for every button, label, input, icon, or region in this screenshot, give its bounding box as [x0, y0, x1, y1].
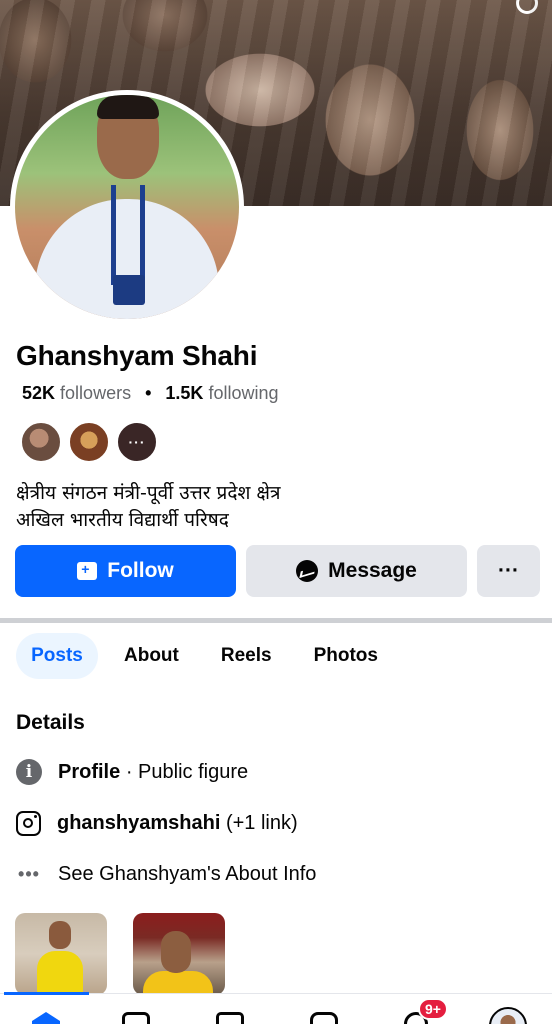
- instagram-icon: [16, 811, 41, 836]
- category-text: Profile · Public figure: [58, 761, 248, 784]
- mutual-avatar[interactable]: [68, 421, 110, 463]
- profile-stats: 52K followers • 1.5K following: [22, 383, 278, 404]
- followers-label: followers: [60, 383, 132, 403]
- mutual-avatar[interactable]: [20, 421, 62, 463]
- message-button[interactable]: Message: [246, 545, 467, 597]
- category-label: Profile: [58, 760, 121, 783]
- follow-label: Follow: [107, 559, 174, 582]
- avatar-image: [15, 95, 239, 319]
- mutual-more-button[interactable]: ···: [116, 421, 158, 463]
- profile-tabs: Posts About Reels Photos: [16, 633, 394, 679]
- instagram-handle[interactable]: ghanshyamshahi: [57, 812, 220, 834]
- messenger-icon: [296, 560, 319, 582]
- marketplace-icon[interactable]: [216, 1012, 244, 1024]
- home-icon[interactable]: [32, 1012, 60, 1024]
- tab-reels[interactable]: Reels: [205, 633, 288, 679]
- avatar-hair: [97, 95, 159, 119]
- more-dots-icon: •••: [18, 864, 40, 884]
- info-icon: i: [16, 759, 42, 785]
- profile-name: Ghanshyam Shahi: [16, 340, 258, 371]
- detail-instagram[interactable]: ghanshyamshahi (+1 link): [16, 811, 298, 836]
- detail-about-link[interactable]: ••• See Ghanshyam's About Info: [16, 863, 316, 886]
- bottom-navigation: 9+: [0, 992, 552, 1024]
- category-separator: ·: [125, 760, 133, 783]
- featured-photo[interactable]: [133, 913, 225, 995]
- bio-line: अखिल भारतीय विद्यार्थी परिषद: [16, 509, 229, 531]
- section-divider: [0, 618, 552, 623]
- tab-posts[interactable]: Posts: [16, 633, 98, 679]
- groups-icon[interactable]: [310, 1012, 338, 1024]
- detail-category: i Profile · Public figure: [16, 759, 248, 785]
- follow-button[interactable]: Follow: [15, 545, 236, 597]
- tab-photos[interactable]: Photos: [298, 633, 394, 679]
- profile-nav-avatar[interactable]: [489, 1007, 527, 1024]
- following-count: 1.5K: [165, 383, 204, 403]
- stats-separator: •: [145, 383, 152, 403]
- category-value: Public figure: [138, 760, 249, 783]
- tab-about[interactable]: About: [108, 633, 195, 679]
- about-link-text[interactable]: See Ghanshyam's About Info: [58, 863, 316, 886]
- instagram-text: ghanshyamshahi (+1 link): [57, 812, 298, 835]
- avatar-lanyard: [111, 185, 145, 285]
- instagram-extra-links[interactable]: (+1 link): [226, 812, 298, 834]
- following-label: following: [208, 383, 279, 403]
- active-nav-indicator: [4, 992, 89, 995]
- featured-photos: [15, 913, 225, 995]
- followers-count: 52K: [22, 383, 56, 403]
- add-friend-icon: [77, 561, 98, 580]
- video-icon[interactable]: [122, 1012, 150, 1024]
- more-dots-icon: ···: [498, 559, 519, 582]
- following-link[interactable]: 1.5K following: [165, 383, 278, 404]
- more-options-button[interactable]: ···: [477, 545, 540, 597]
- notification-badge: 9+: [418, 998, 448, 1020]
- profile-bio: क्षेत्रीय संगठन मंत्री-पूर्वी उत्तर प्रद…: [16, 480, 281, 534]
- details-heading: Details: [16, 711, 85, 734]
- message-label: Message: [328, 559, 417, 582]
- avatar-badge: [113, 275, 145, 305]
- bio-line: क्षेत्रीय संगठन मंत्री-पूर्वी उत्तर प्रद…: [16, 482, 281, 504]
- profile-picture[interactable]: [10, 90, 244, 324]
- mutual-friends[interactable]: ···: [20, 421, 158, 463]
- followers-link[interactable]: 52K followers: [22, 383, 131, 404]
- search-icon[interactable]: [516, 0, 538, 14]
- featured-photo[interactable]: [15, 913, 107, 995]
